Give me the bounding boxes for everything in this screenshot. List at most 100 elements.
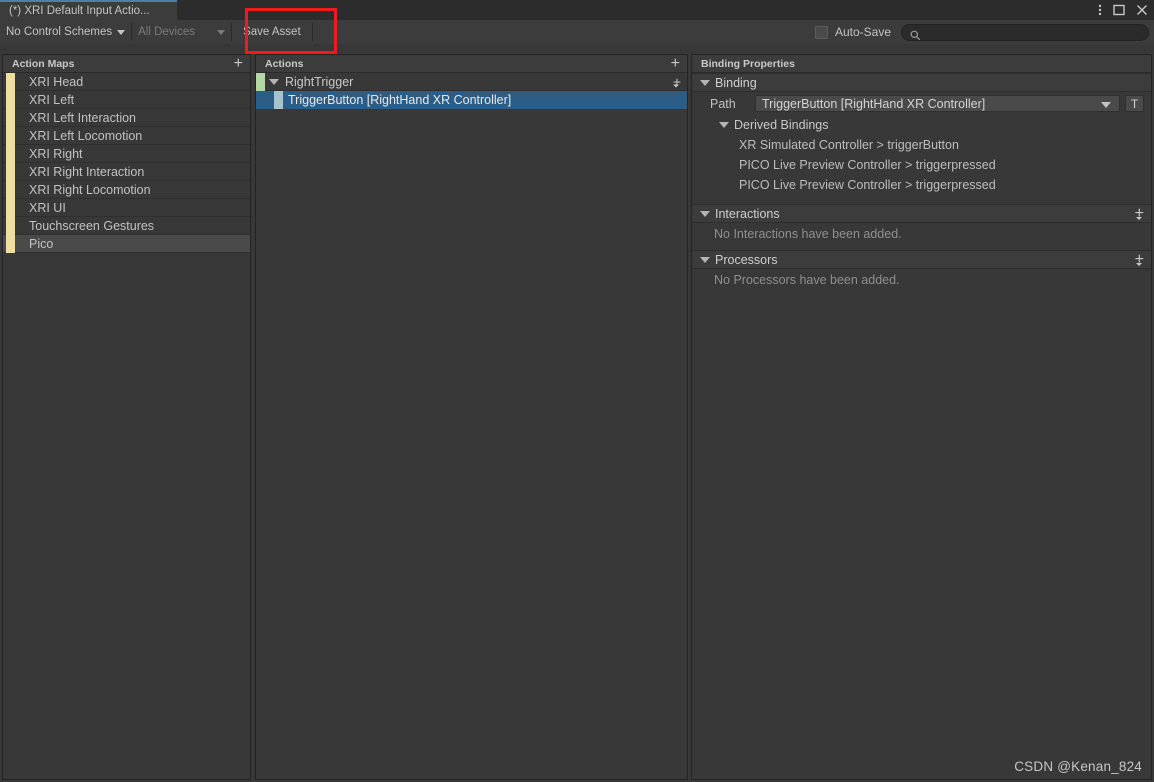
derived-bindings-foldout[interactable]: Derived Bindings xyxy=(692,115,1151,135)
row-color-bar xyxy=(274,91,283,109)
devices-dropdown[interactable]: All Devices xyxy=(132,23,233,41)
chevron-down-icon xyxy=(700,210,710,217)
add-action-button[interactable]: + xyxy=(671,55,680,71)
binding-properties-panel: Binding Properties Binding Path TriggerB… xyxy=(691,54,1152,780)
window-controls xyxy=(1098,0,1148,20)
action-maps-list: XRI Head XRI Left XRI Left Interaction XRI … xyxy=(3,73,250,253)
tab-xri-default-input-actions[interactable]: (*) XRI Default Input Actio... xyxy=(0,0,177,20)
maximize-icon[interactable] xyxy=(1113,4,1125,16)
binding-properties-title: Binding Properties xyxy=(701,57,795,70)
add-processor-button[interactable]: + xyxy=(1135,251,1144,267)
processors-empty-message: No Processors have been added. xyxy=(714,273,900,287)
action-map-row[interactable]: XRI Left Locomotion xyxy=(3,127,250,145)
actions-header: Actions + xyxy=(256,55,687,73)
action-map-label: XRI Head xyxy=(29,74,84,89)
action-map-row[interactable]: Pico xyxy=(3,235,250,253)
action-map-color-bar xyxy=(6,199,15,217)
auto-save-toggle[interactable]: Auto-Save xyxy=(814,25,891,39)
action-map-row[interactable]: XRI Right xyxy=(3,145,250,163)
action-label: RightTrigger xyxy=(285,74,354,89)
action-map-label: XRI Left Locomotion xyxy=(29,128,143,143)
binding-path-text-toggle-label: T xyxy=(1130,96,1139,111)
action-maps-panel: Action Maps + XRI Head XRI Left XRI Left I… xyxy=(2,54,251,780)
derived-binding-item: PICO Live Preview Controller > triggerpr… xyxy=(739,158,996,172)
binding-path-label: Path xyxy=(710,96,736,111)
action-map-color-bar xyxy=(6,73,15,91)
save-asset-button[interactable]: Save Asset xyxy=(232,23,313,41)
action-map-row[interactable]: Touchscreen Gestures xyxy=(3,217,250,235)
add-interaction-button[interactable]: + xyxy=(1135,205,1144,221)
action-map-color-bar xyxy=(6,109,15,127)
action-map-row[interactable]: XRI Right Locomotion xyxy=(3,181,250,199)
action-map-label: XRI Left xyxy=(29,92,75,107)
action-map-label: XRI Left Interaction xyxy=(29,110,137,125)
action-map-label: XRI Right Locomotion xyxy=(29,182,151,197)
derived-binding-item: PICO Live Preview Controller > triggerpr… xyxy=(739,178,996,192)
action-maps-title: Action Maps xyxy=(12,57,75,70)
devices-label: All Devices xyxy=(138,26,195,38)
close-icon[interactable] xyxy=(1136,4,1148,16)
action-map-label: XRI Right Interaction xyxy=(29,164,145,179)
action-map-row[interactable]: XRI Right Interaction xyxy=(3,163,250,181)
binding-section-foldout[interactable]: Binding xyxy=(692,73,1151,92)
chevron-down-icon[interactable] xyxy=(269,78,279,85)
action-map-color-bar xyxy=(6,181,15,199)
chevron-down-icon xyxy=(1101,101,1111,108)
control-schemes-dropdown[interactable]: No Control Schemes xyxy=(0,23,133,41)
window-tab-bar: (*) XRI Default Input Actio... xyxy=(0,0,1154,20)
search-input[interactable] xyxy=(924,24,1140,40)
action-map-label: XRI UI xyxy=(29,200,66,215)
editor-toolbar: No Control Schemes All Devices Save Asse… xyxy=(0,20,1154,44)
auto-save-checkbox[interactable] xyxy=(814,25,828,39)
binding-path-text-toggle-button[interactable]: T xyxy=(1125,95,1144,112)
chevron-down-icon xyxy=(719,122,729,128)
action-map-row[interactable]: XRI Left Interaction xyxy=(3,109,250,127)
watermark-text: CSDN @Kenan_824 xyxy=(1014,759,1142,774)
binding-properties-header: Binding Properties xyxy=(692,55,1151,73)
search-icon xyxy=(910,28,921,46)
more-options-icon[interactable] xyxy=(1098,3,1102,17)
derived-bindings-title: Derived Bindings xyxy=(734,118,829,132)
action-map-color-bar xyxy=(6,235,15,253)
chevron-down-icon xyxy=(700,256,710,263)
action-map-color-bar xyxy=(6,163,15,181)
binding-label: TriggerButton [RightHand XR Controller] xyxy=(288,92,512,107)
action-map-label: Pico xyxy=(29,236,54,251)
add-binding-button[interactable]: + xyxy=(673,74,681,88)
save-asset-label: Save Asset xyxy=(243,26,301,38)
search-box[interactable] xyxy=(901,23,1149,41)
binding-path-row: Path TriggerButton [RightHand XR Control… xyxy=(692,92,1151,115)
processors-section-foldout[interactable]: Processors + xyxy=(692,250,1151,269)
action-map-label: XRI Right xyxy=(29,146,83,161)
add-action-map-button[interactable]: + xyxy=(234,55,243,71)
action-row[interactable]: RightTrigger + xyxy=(256,73,687,91)
chevron-down-icon xyxy=(117,29,126,35)
action-map-label: Touchscreen Gestures xyxy=(29,218,155,233)
action-map-row[interactable]: XRI Left xyxy=(3,91,250,109)
binding-path-dropdown[interactable]: TriggerButton [RightHand XR Controller] xyxy=(755,95,1120,112)
actions-panel: Actions + RightTrigger + TriggerButton [Ri… xyxy=(255,54,688,780)
derived-bindings-list: XR Simulated Controller > triggerButton P… xyxy=(692,135,1151,195)
action-map-color-bar xyxy=(6,127,15,145)
action-map-color-bar xyxy=(6,91,15,109)
binding-section-title: Binding xyxy=(715,75,757,90)
interactions-section-title: Interactions xyxy=(715,206,780,221)
control-schemes-label: No Control Schemes xyxy=(6,26,113,38)
tab-label: (*) XRI Default Input Actio... xyxy=(9,5,150,17)
input-actions-editor-window: (*) XRI Default Input Actio... No Contro… xyxy=(0,0,1154,782)
interactions-section-foldout[interactable]: Interactions + xyxy=(692,204,1151,223)
action-map-color-bar xyxy=(6,145,15,163)
binding-path-value: TriggerButton [RightHand XR Controller] xyxy=(762,96,986,111)
actions-title: Actions xyxy=(265,57,304,70)
derived-binding-item: XR Simulated Controller > triggerButton xyxy=(739,138,959,152)
action-map-color-bar xyxy=(6,217,15,235)
binding-row[interactable]: TriggerButton [RightHand XR Controller] xyxy=(256,91,687,109)
processors-section-title: Processors xyxy=(715,252,778,267)
interactions-empty-message: No Interactions have been added. xyxy=(714,227,902,241)
action-maps-header: Action Maps + xyxy=(3,55,250,73)
action-map-row[interactable]: XRI UI xyxy=(3,199,250,217)
action-map-row[interactable]: XRI Head xyxy=(3,73,250,91)
chevron-down-icon xyxy=(217,29,226,35)
chevron-down-icon xyxy=(700,79,710,86)
auto-save-label: Auto-Save xyxy=(834,25,891,39)
